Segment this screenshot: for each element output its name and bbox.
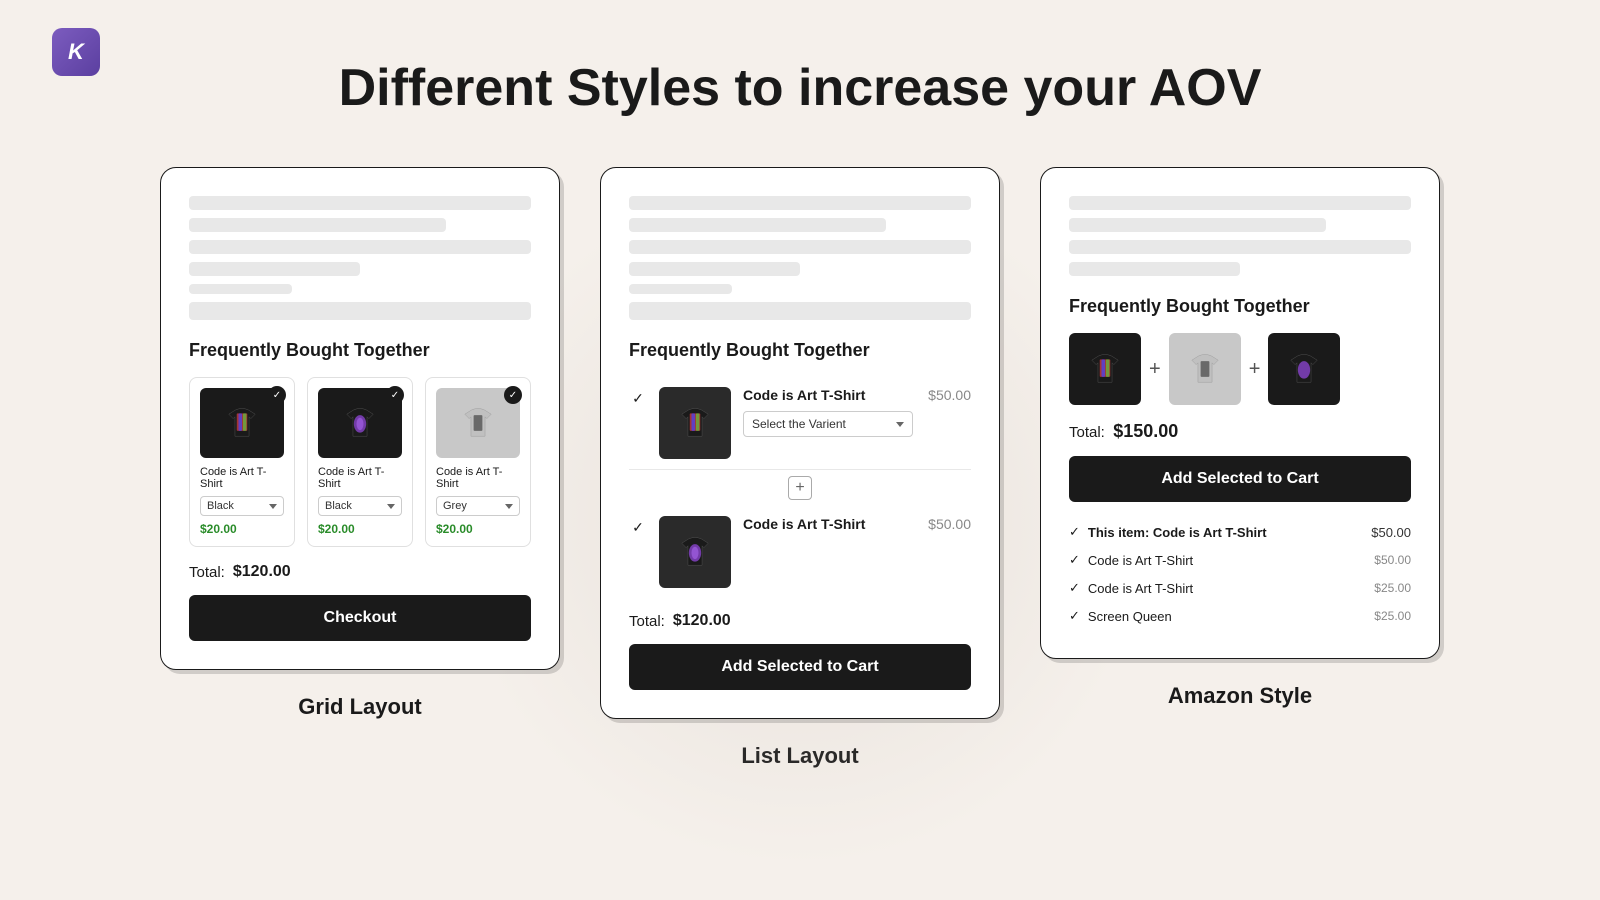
amazon-style-label: Amazon Style <box>1168 683 1312 709</box>
grid-product-item: ✓ Code is Art T-Shirt Black White G <box>189 377 295 547</box>
skeleton-header <box>189 196 531 320</box>
skeleton-line <box>189 240 531 254</box>
grid-products: ✓ Code is Art T-Shirt Black White G <box>189 377 531 547</box>
checkout-button[interactable]: Checkout <box>189 595 531 641</box>
amazon-add-to-cart-button[interactable]: Add Selected to Cart <box>1069 456 1411 502</box>
check-icon: ✓ <box>1069 580 1080 596</box>
amazon-item: ✓ Code is Art T-Shirt $25.00 <box>1069 574 1411 602</box>
item-name: Screen Queen <box>1088 609 1366 624</box>
grid-layout-card: Frequently Bought Together ✓ Code is Ar <box>160 167 560 670</box>
variant-select[interactable]: Black White Grey <box>200 496 284 516</box>
product-price: $50.00 <box>928 387 971 403</box>
grid-product-item: ✓ Code is Art T-Shirt Black White Grey <box>307 377 413 547</box>
amazon-section-title: Frequently Bought Together <box>1069 296 1411 317</box>
variant-select[interactable]: Select the Varient Black White Grey <box>743 411 913 437</box>
product-price: $20.00 <box>200 522 284 536</box>
list-section-title: Frequently Bought Together <box>629 340 971 361</box>
amazon-total-label: Total: <box>1069 424 1105 441</box>
product-name: Code is Art T-Shirt <box>743 516 916 532</box>
cards-container: Frequently Bought Together ✓ Code is Ar <box>0 167 1600 769</box>
product-name: Code is Art T-Shirt <box>200 466 284 490</box>
check-icon: ✓ <box>1069 524 1080 540</box>
amazon-total-amount: $150.00 <box>1113 421 1178 441</box>
amazon-item: ✓ This item: Code is Art T-Shirt $50.00 <box>1069 518 1411 546</box>
item-name: This item: Code is Art T-Shirt <box>1088 525 1363 540</box>
total-row: Total: $120.00 <box>189 563 531 581</box>
list-products: ✓ Code is Art T-Shirt Select the Varient <box>629 377 971 598</box>
amazon-style-wrapper: Frequently Bought Together + <box>1040 167 1440 709</box>
item-price: $25.00 <box>1374 609 1411 623</box>
skeleton-line <box>1069 262 1240 276</box>
variant-select[interactable]: Black White Grey <box>318 496 402 516</box>
check-icon: ✓ <box>1069 608 1080 624</box>
total-label: Total: <box>189 564 225 581</box>
skeleton-header <box>1069 196 1411 276</box>
product-name: Code is Art T-Shirt <box>318 466 402 490</box>
product-image <box>1069 333 1141 405</box>
product-name: Code is Art T-Shirt <box>743 387 916 403</box>
list-layout-card: Frequently Bought Together ✓ <box>600 167 1000 719</box>
page-title: Different Styles to increase your AOV <box>0 0 1600 117</box>
grid-product-item: ✓ Code is Art T-Shirt Grey Black White $… <box>425 377 531 547</box>
check-icon: ✓ <box>1069 552 1080 568</box>
variant-select[interactable]: Grey Black White <box>436 496 520 516</box>
logo-icon: K <box>52 28 100 76</box>
plus-icon: + <box>1249 358 1261 381</box>
item-name: Code is Art T-Shirt <box>1088 581 1366 596</box>
add-to-cart-button[interactable]: Add Selected to Cart <box>629 644 971 690</box>
product-image <box>659 387 731 459</box>
total-row: Total: $120.00 <box>629 612 971 630</box>
total-amount: $120.00 <box>233 563 291 581</box>
product-image <box>1169 333 1241 405</box>
amazon-total: Total: $150.00 <box>1069 421 1411 442</box>
skeleton-line <box>189 262 360 276</box>
product-image <box>1268 333 1340 405</box>
skeleton-line <box>629 284 732 294</box>
product-price: $20.00 <box>318 522 402 536</box>
skeleton-line <box>629 196 971 210</box>
product-image <box>659 516 731 588</box>
amazon-products-row: + + <box>1069 333 1411 405</box>
skeleton-line <box>189 302 531 320</box>
skeleton-line <box>1069 196 1411 210</box>
amazon-item: ✓ Code is Art T-Shirt $50.00 <box>1069 546 1411 574</box>
product-info: Code is Art T-Shirt <box>743 516 916 540</box>
list-divider: + <box>629 470 971 506</box>
product-price: $20.00 <box>436 522 520 536</box>
grid-section-title: Frequently Bought Together <box>189 340 531 361</box>
skeleton-line <box>189 196 531 210</box>
skeleton-line <box>629 262 800 276</box>
amazon-item-list: ✓ This item: Code is Art T-Shirt $50.00 … <box>1069 518 1411 630</box>
total-amount: $120.00 <box>673 612 731 630</box>
skeleton-line <box>1069 240 1411 254</box>
skeleton-header <box>629 196 971 320</box>
skeleton-line <box>189 218 446 232</box>
product-name: Code is Art T-Shirt <box>436 466 520 490</box>
item-price: $50.00 <box>1371 525 1411 540</box>
item-name: Code is Art T-Shirt <box>1088 553 1366 568</box>
list-check-icon: ✓ <box>629 389 647 407</box>
grid-layout-label: Grid Layout <box>298 694 421 720</box>
skeleton-line <box>629 240 971 254</box>
list-product-item: ✓ Code is Art T-Shirt $50.00 <box>629 506 971 598</box>
skeleton-line <box>629 218 886 232</box>
list-layout-label: List Layout <box>741 743 858 769</box>
skeleton-line <box>1069 218 1326 232</box>
amazon-item: ✓ Screen Queen $25.00 <box>1069 602 1411 630</box>
amazon-style-card: Frequently Bought Together + <box>1040 167 1440 659</box>
skeleton-line <box>629 302 971 320</box>
item-price: $25.00 <box>1374 581 1411 595</box>
list-layout-wrapper: Frequently Bought Together ✓ <box>600 167 1000 769</box>
grid-layout-wrapper: Frequently Bought Together ✓ Code is Ar <box>160 167 560 720</box>
item-price: $50.00 <box>1374 553 1411 567</box>
product-price: $50.00 <box>928 516 971 532</box>
plus-icon: + <box>1149 358 1161 381</box>
list-product-item: ✓ Code is Art T-Shirt Select the Varient <box>629 377 971 470</box>
product-info: Code is Art T-Shirt Select the Varient B… <box>743 387 916 437</box>
total-label: Total: <box>629 613 665 630</box>
list-check-icon: ✓ <box>629 518 647 536</box>
skeleton-line <box>189 284 292 294</box>
